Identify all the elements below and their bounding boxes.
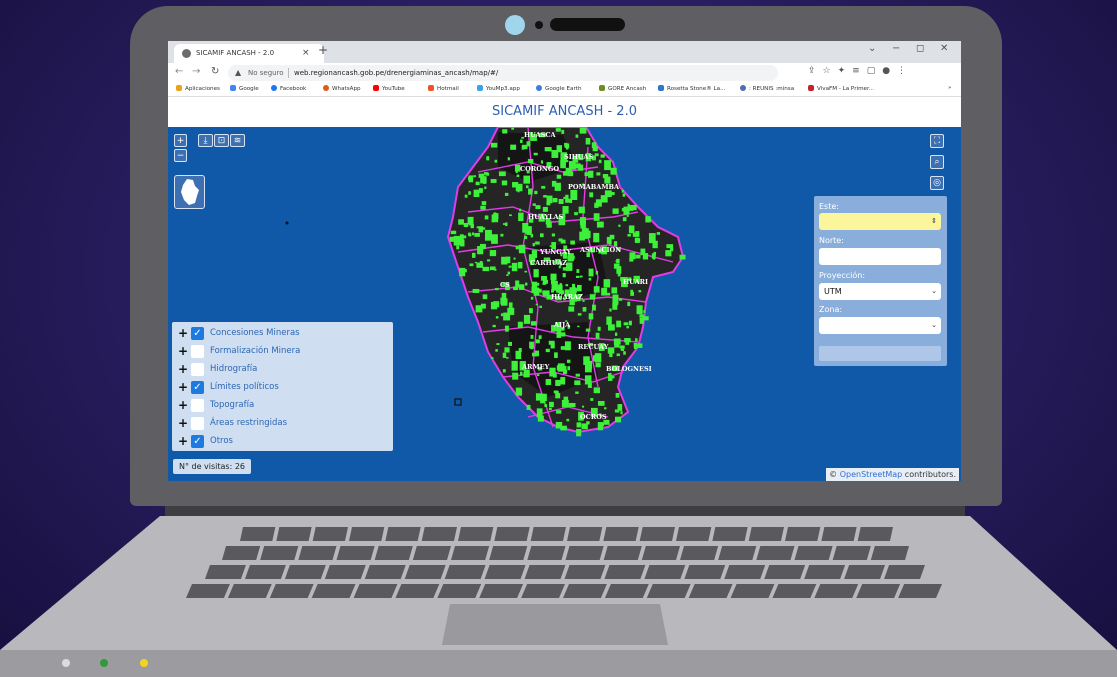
keyboard-key [421, 527, 457, 541]
keyboard-key [186, 584, 230, 598]
keyboard-key [814, 584, 859, 598]
status-led-yellow [140, 659, 148, 667]
keyboard-key [244, 565, 286, 579]
keyboard-key [298, 546, 337, 560]
keyboard-key [311, 584, 356, 598]
keyboard-key [639, 527, 675, 541]
keyboard-key [764, 565, 806, 579]
keyboard-key [240, 527, 276, 541]
keyboard-key [276, 527, 312, 541]
keyboard-key [748, 527, 784, 541]
keyboard-key [404, 565, 446, 579]
keyboard-key [856, 584, 901, 598]
keyboard-key [227, 584, 272, 598]
keyboard-key [644, 565, 686, 579]
keyboard-key [604, 565, 646, 579]
keyboard-key [712, 527, 748, 541]
keyboard-key [412, 546, 451, 560]
keyboard-key [565, 546, 604, 560]
keyboard-key [563, 584, 607, 598]
keyboard-key [374, 546, 413, 560]
keyboard-key [364, 565, 406, 579]
keyboard-key [680, 546, 719, 560]
keyboard-key [604, 584, 649, 598]
laptop-front-edge [0, 650, 1117, 677]
keyboard-key [284, 565, 326, 579]
keyboard-key [336, 546, 375, 560]
keyboard-key [688, 584, 733, 598]
keyboard-key [494, 527, 530, 541]
laptop-base [0, 516, 1117, 677]
keyboard-key [395, 584, 440, 598]
keyboard-key [785, 527, 821, 541]
keyboard-key [603, 546, 642, 560]
keyboard-key [898, 584, 942, 598]
keyboard-key [489, 546, 528, 560]
keyboard-key [641, 546, 680, 560]
keyboard-key [269, 584, 314, 598]
keyboard-key [353, 584, 398, 598]
keyboard-key [222, 546, 261, 560]
keyboard-key [884, 565, 925, 579]
keyboard-key [451, 546, 490, 560]
keyboard-key [260, 546, 299, 560]
keyboard-key [484, 565, 526, 579]
power-led [62, 659, 70, 667]
keyboard-key [844, 565, 886, 579]
keyboard-key [205, 565, 246, 579]
keyboard-key [821, 527, 857, 541]
keyboard-key [527, 546, 566, 560]
keyboard-key [444, 565, 486, 579]
trackpad [442, 604, 668, 645]
keyboard-key [349, 527, 385, 541]
keyboard-key [312, 527, 348, 541]
keyboard-key [479, 584, 524, 598]
keyboard-key [724, 565, 766, 579]
keyboard-key [832, 546, 871, 560]
keyboard-key [684, 565, 726, 579]
keyboard-key [524, 565, 566, 579]
keyboard-key [603, 527, 639, 541]
status-led-green [100, 659, 108, 667]
keyboard-key [521, 584, 565, 598]
keyboard-key [804, 565, 846, 579]
keyboard-key [458, 527, 494, 541]
keyboard-key [324, 565, 366, 579]
keyboard-key [870, 546, 909, 560]
keyboard-key [646, 584, 691, 598]
keyboard-key [772, 584, 817, 598]
keyboard-key [437, 584, 482, 598]
keyboard-key [730, 584, 775, 598]
keyboard-key [756, 546, 795, 560]
keyboard-key [676, 527, 712, 541]
keyboard-key [857, 527, 893, 541]
keyboard-key [385, 527, 421, 541]
keyboard-key [794, 546, 833, 560]
keyboard-key [718, 546, 757, 560]
keyboard-key [567, 527, 603, 541]
keyboard-key [564, 565, 606, 579]
keyboard-key [530, 527, 566, 541]
